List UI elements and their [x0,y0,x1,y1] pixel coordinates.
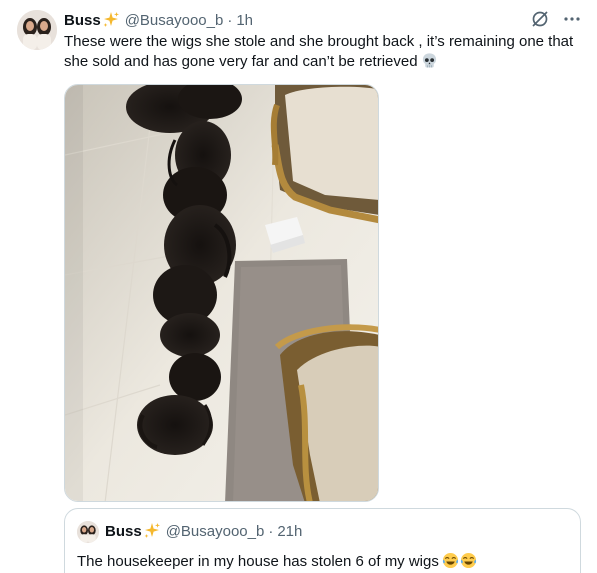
avatar[interactable] [17,10,57,50]
separator-dot: · [268,522,274,540]
quoted-text-content: The housekeeper in my house has stolen 6… [77,553,439,570]
display-name[interactable]: Buss [64,12,101,29]
face-with-tears-of-joy-emoji [442,552,459,573]
face-with-tears-of-joy-emoji [460,552,477,573]
quoted-timestamp: 21h [277,522,303,540]
sparkles-emoji [102,11,120,29]
tweet-text: These were the wigs she stole and she br… [64,32,579,75]
avatar-image [17,10,57,50]
sparkles-emoji [143,522,161,540]
wigs-photo [65,85,378,501]
tweet-header: Buss @Busayooo_b · 1h [64,10,253,30]
quoted-display-name: Buss [105,522,142,540]
quoted-user-handle: @Busayooo_b [165,522,265,540]
tweet-top-actions [529,8,583,30]
quoted-header: Buss @Busayooo_b · 21h [105,522,302,540]
tweet-article[interactable]: Buss @Busayooo_b · 1h These were the wig… [0,0,597,573]
tweet-text-content: These were the wigs she stole and she br… [64,33,574,70]
user-handle[interactable]: @Busayooo_b [125,12,224,29]
skull-emoji [421,52,438,75]
quoted-avatar [77,521,99,543]
quoted-tweet[interactable]: Buss @Busayooo_b · 21h The housekeeper i… [64,508,581,573]
grok-icon[interactable] [529,8,551,30]
more-icon[interactable] [561,8,583,30]
separator-dot: · [227,11,233,29]
quoted-tweet-text: The housekeeper in my house has stolen 6… [77,552,477,573]
tweet-media-photo[interactable] [64,84,379,502]
timestamp[interactable]: 1h [236,12,253,29]
